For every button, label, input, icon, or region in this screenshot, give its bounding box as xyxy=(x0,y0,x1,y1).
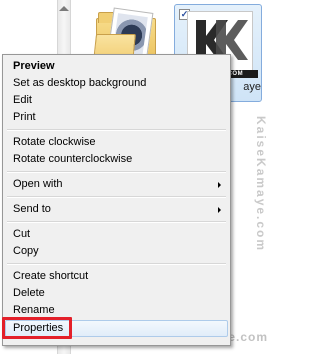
menu-item-create-shortcut[interactable]: Create shortcut xyxy=(5,268,228,285)
menu-item-send-to[interactable]: Send to xyxy=(5,201,228,218)
submenu-arrow-icon xyxy=(218,207,221,213)
menu-item-print[interactable]: Print xyxy=(5,109,228,126)
menu-item-preview[interactable]: Preview xyxy=(5,58,228,75)
menu-item-set-as-desktop-background[interactable]: Set as desktop background xyxy=(5,75,228,92)
menu-item-edit[interactable]: Edit xyxy=(5,92,228,109)
menu-item-send-to-label: Send to xyxy=(13,203,51,215)
menu-item-delete[interactable]: Delete xyxy=(5,285,228,302)
menu-separator xyxy=(7,129,226,131)
menu-item-rotate-clockwise[interactable]: Rotate clockwise xyxy=(5,134,228,151)
menu-item-copy[interactable]: Copy xyxy=(5,243,228,260)
menu-item-cut[interactable]: Cut xyxy=(5,226,228,243)
menu-separator xyxy=(7,263,226,265)
context-menu: Preview Set as desktop background Edit P… xyxy=(2,54,231,346)
submenu-arrow-icon xyxy=(218,182,221,188)
menu-item-open-with[interactable]: Open with xyxy=(5,176,228,193)
scroll-up-arrow-icon[interactable] xyxy=(59,6,69,11)
watermark-vertical: KaiseKamaye.com xyxy=(254,116,268,253)
menu-separator xyxy=(7,196,226,198)
menu-item-rotate-counterclockwise[interactable]: Rotate counterclockwise xyxy=(5,151,228,168)
menu-item-open-with-label: Open with xyxy=(13,178,63,190)
properties-highlight-box xyxy=(2,317,72,339)
menu-separator xyxy=(7,221,226,223)
menu-separator xyxy=(7,171,226,173)
